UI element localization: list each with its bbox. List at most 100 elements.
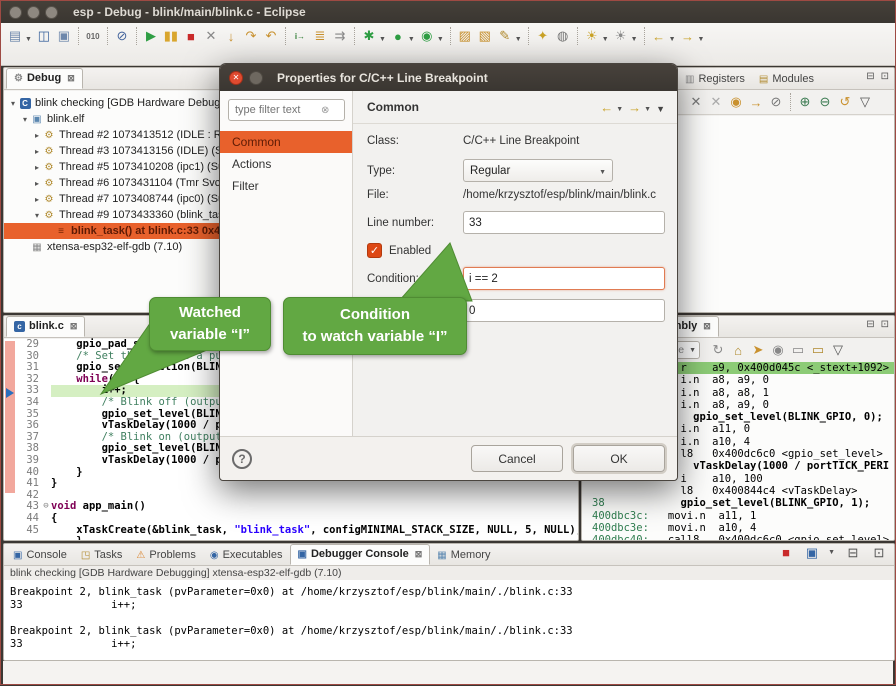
disassembly-open-new-icon[interactable]: ▭	[808, 340, 828, 360]
window-maximize-icon[interactable]	[45, 6, 58, 19]
dropdown-icon[interactable]: ▼	[828, 549, 835, 563]
console-minimize-icon[interactable]: ⊟	[843, 543, 863, 563]
toolbar-last-edit-location-icon[interactable]: ☀	[582, 26, 602, 46]
toolbar-skip-all-breakpoints-icon[interactable]: ⊘	[112, 26, 132, 46]
back-arrow-icon[interactable]: ←	[600, 100, 613, 115]
window-minimize-icon[interactable]	[27, 6, 40, 19]
cancel-button[interactable]: Cancel	[471, 445, 563, 472]
toolbar-show-debug-sources-icon[interactable]: ≣	[310, 26, 330, 46]
editor-line[interactable]: 45 xTaskCreate(&blink_task, "blink_task"…	[4, 525, 578, 537]
toolbar-step-into-icon[interactable]: ↓	[221, 26, 241, 46]
breakpoints-remove-breakpoint-icon[interactable]: ✕	[686, 92, 706, 112]
toolbar-toggle-occurrences-icon[interactable]: ◍	[553, 26, 573, 46]
tree-item[interactable]: ▸⚙ Thread #6 1073431104 (Tmr Svc) (Suspe…	[4, 175, 226, 191]
console-terminate-console-icon[interactable]: ■	[776, 543, 796, 563]
line-number-input[interactable]	[463, 211, 665, 234]
toolbar-back-icon[interactable]: ←	[649, 26, 669, 46]
dropdown-icon[interactable]: ▼	[25, 36, 32, 43]
tree-item[interactable]: ▸⚙ Thread #2 1073413512 (IDLE : Running)	[4, 127, 226, 143]
toolbar-run-icon[interactable]: ●	[388, 26, 408, 46]
tab-tasks[interactable]: ◳Tasks	[74, 546, 130, 565]
tree-item[interactable]: ▸⚙ Thread #3 1073413156 (IDLE) (Suspende…	[4, 143, 226, 159]
tab-debug[interactable]: ⚙ Debug ⊠	[6, 68, 83, 89]
help-icon[interactable]: ?	[232, 449, 252, 469]
tree-expand-icon[interactable]: ▸	[32, 179, 42, 188]
tree-expand-icon[interactable]: ▸	[32, 147, 42, 156]
toolbar-step-granularity-icon[interactable]: ⇉	[330, 26, 350, 46]
ignore-count-input[interactable]	[463, 299, 665, 322]
breakpoints-remove-all-breakpoints-icon[interactable]: ✕	[706, 92, 726, 112]
disassembly-home-icon[interactable]: ⌂	[728, 340, 748, 360]
toolbar-format-icon[interactable]: ✦	[533, 26, 553, 46]
clear-filter-icon[interactable]: ⊗	[321, 105, 329, 116]
tree-expand-icon[interactable]: ▾	[8, 99, 18, 108]
close-icon[interactable]: ⊠	[70, 321, 78, 332]
console-maximize-icon[interactable]: ⊡	[869, 543, 889, 563]
tree-item[interactable]: ▾C blink checking [GDB Hardware Debuggin…	[4, 95, 226, 111]
toolbar-instruction-stepping-icon[interactable]: i→	[290, 26, 310, 46]
breakpoints-show-breakpoints-supported-icon[interactable]: ◉	[726, 92, 746, 112]
dialog-nav-actions[interactable]: Actions	[220, 153, 352, 175]
dropdown-icon[interactable]: ▼	[408, 36, 415, 43]
dropdown-icon[interactable]: ▼	[437, 36, 444, 43]
tab-problems[interactable]: ⚠Problems	[129, 546, 202, 565]
editor-line[interactable]: }	[4, 536, 578, 541]
toolbar-step-return-icon[interactable]: ↶	[261, 26, 281, 46]
tab-debugger-console[interactable]: ▣Debugger Console⊠	[290, 544, 431, 565]
dialog-nav-common[interactable]: Common	[220, 131, 352, 153]
breakpoints-expand-all-icon[interactable]: ⊕	[795, 92, 815, 112]
view-menu-icon[interactable]: ▼	[656, 104, 665, 114]
toolbar-save-all-icon[interactable]: ▣	[54, 26, 74, 46]
toolbar-step-over-icon[interactable]: ↷	[241, 26, 261, 46]
dropdown-icon[interactable]: ▼	[669, 36, 676, 43]
type-select[interactable]: Regular ▼	[463, 159, 613, 182]
toolbar-disconnect-icon[interactable]: ✕	[201, 26, 221, 46]
tab-memory[interactable]: ▦Memory	[430, 546, 497, 565]
toolbar-suspend-icon[interactable]: ▮▮	[161, 26, 181, 46]
condition-input[interactable]	[463, 267, 665, 290]
maximize-icon[interactable]: ⊡	[881, 71, 889, 82]
enabled-checkbox[interactable]: ✓	[367, 243, 382, 258]
dialog-maximize-icon[interactable]	[249, 71, 263, 85]
minimize-icon[interactable]: ⊟	[866, 319, 874, 330]
forward-arrow-icon[interactable]: →	[628, 100, 641, 115]
maximize-icon[interactable]: ⊡	[881, 319, 889, 330]
disassembly-refresh-icon[interactable]: ↻	[708, 340, 728, 360]
dropdown-icon[interactable]: ▼	[631, 36, 638, 43]
breakpoints-skip-all-icon[interactable]: ⊘	[766, 92, 786, 112]
disassembly-new-view-icon[interactable]: ▭	[788, 340, 808, 360]
toolbar-pin-editor-icon[interactable]: ✎	[495, 26, 515, 46]
toolbar-previous-annotation-icon[interactable]: ☀	[611, 26, 631, 46]
tree-item[interactable]: ≡ blink_task() at blink.c:33 0x400dbc	[4, 223, 226, 239]
fold-marker-icon[interactable]: ⊖	[41, 501, 51, 513]
tree-item[interactable]: ▦ xtensa-esp32-elf-gdb (7.10)	[4, 239, 226, 255]
dropdown-icon[interactable]: ▼	[698, 36, 705, 43]
breakpoints-link-with-debug-icon[interactable]: ↺	[835, 92, 855, 112]
console-output[interactable]: Breakpoint 2, blink_task (pvParameter=0x…	[4, 580, 894, 660]
close-icon[interactable]: ⊠	[415, 549, 423, 560]
dropdown-icon[interactable]: ▼	[379, 36, 386, 43]
tab-executables[interactable]: ◉Executables	[203, 546, 290, 565]
dropdown-icon[interactable]: ▼	[602, 36, 609, 43]
tab-registers[interactable]: ▥ Registers	[678, 70, 752, 89]
tree-item[interactable]: ▸⚙ Thread #7 1073408744 (ipc0) (Suspende…	[4, 191, 226, 207]
ok-button[interactable]: OK	[573, 445, 665, 472]
tree-expand-icon[interactable]: ▸	[32, 163, 42, 172]
tree-item[interactable]: ▾⚙ Thread #9 1073433360 (blink_task)	[4, 207, 226, 223]
console-display-selected-console-icon[interactable]: ▣	[802, 543, 822, 563]
close-icon[interactable]: ⊠	[703, 321, 711, 332]
toolbar-debug-icon[interactable]: ✱	[359, 26, 379, 46]
toolbar-import-icon[interactable]: ▧	[475, 26, 495, 46]
toolbar-resume-icon[interactable]: ▶	[141, 26, 161, 46]
toolbar-new-wizard-icon[interactable]: ▤	[5, 26, 25, 46]
disassembly-sync-selection-icon[interactable]: ➤	[748, 340, 768, 360]
window-close-icon[interactable]	[9, 6, 22, 19]
tree-expand-icon[interactable]: ▸	[32, 195, 42, 204]
tree-item[interactable]: ▸⚙ Thread #5 1073410208 (ipc1) (Suspende…	[4, 159, 226, 175]
filter-input[interactable]	[233, 103, 321, 117]
tree-expand-icon[interactable]: ▸	[32, 131, 42, 140]
toolbar-terminate-icon[interactable]: ■	[181, 26, 201, 46]
tab-blink-c[interactable]: c blink.c ⊠	[6, 316, 85, 337]
breakpoints-go-to-file-icon[interactable]: →	[746, 92, 766, 112]
breakpoints-collapse-all-icon[interactable]: ⊖	[815, 92, 835, 112]
